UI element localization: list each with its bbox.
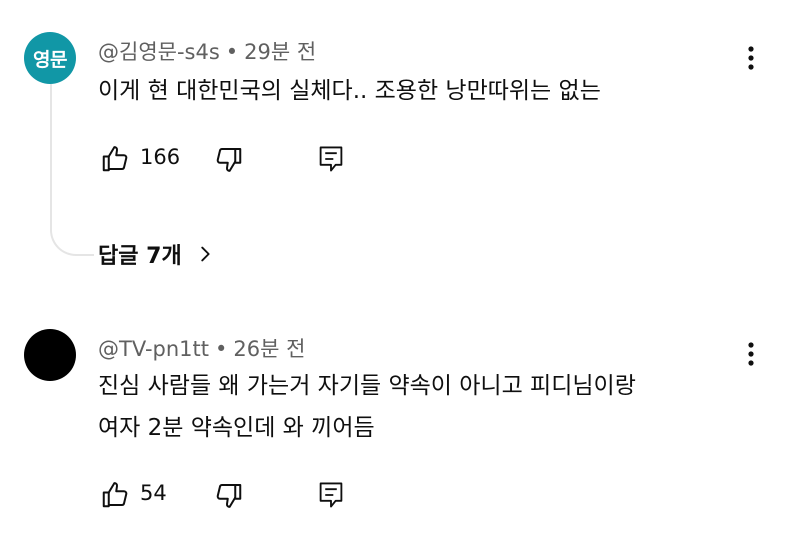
reply-button[interactable] (314, 142, 348, 176)
meta-separator: • (225, 40, 239, 64)
replies-label: 답글 7개 (98, 244, 182, 269)
comment-author[interactable]: @TV-pn1tt (98, 337, 209, 361)
comment-text-line: 진심 사람들 왜 가는거 자기들 약속이 아니고 피디님이랑 (98, 373, 636, 399)
meta-separator: • (215, 337, 228, 361)
reply-button[interactable] (314, 478, 348, 512)
more-vertical-icon (748, 46, 754, 70)
comment-text-line: 이게 현 대한민국의 실체다.. 조용한 낭만따위는 없는 (98, 78, 601, 104)
comment-menu-button[interactable] (736, 332, 766, 376)
avatar[interactable]: 영문 (24, 32, 76, 84)
thumbs-down-icon (216, 148, 242, 172)
view-replies-button[interactable]: 답글 7개 (98, 238, 216, 270)
chevron-right-icon (201, 246, 210, 262)
comment-time[interactable]: 29분 전 (244, 40, 316, 64)
reply-icon (319, 146, 343, 172)
thumbs-down-icon (216, 484, 242, 508)
comment-text: 이게 현 대한민국의 실체다.. 조용한 낭만따위는 없는 (98, 70, 601, 112)
comment-meta: @김영문-s4s • 29분 전 (98, 36, 316, 66)
comment-menu-button[interactable] (736, 36, 766, 80)
reply-icon (319, 482, 343, 508)
like-count: 54 (140, 481, 167, 505)
comment-text-line: 여자 2분 약속인데 와 끼어듬 (98, 415, 375, 441)
like-button[interactable] (98, 142, 132, 176)
thumbs-up-icon (102, 482, 128, 508)
comment-meta: @TV-pn1tt • 26분 전 (98, 333, 305, 363)
avatar-initials: 영문 (33, 48, 67, 71)
comment-text: 진심 사람들 왜 가는거 자기들 약속이 아니고 피디님이랑 여자 2분 약속인… (98, 365, 636, 449)
thumbs-up-icon (102, 146, 128, 172)
like-button[interactable] (98, 478, 132, 512)
comment-time[interactable]: 26분 전 (233, 337, 305, 361)
comment-author[interactable]: @김영문-s4s (98, 40, 220, 64)
dislike-button[interactable] (212, 142, 246, 176)
avatar[interactable] (24, 329, 76, 381)
like-count: 166 (140, 145, 181, 169)
thread-connector-line (50, 84, 94, 256)
dislike-button[interactable] (212, 478, 246, 512)
more-vertical-icon (748, 342, 754, 366)
